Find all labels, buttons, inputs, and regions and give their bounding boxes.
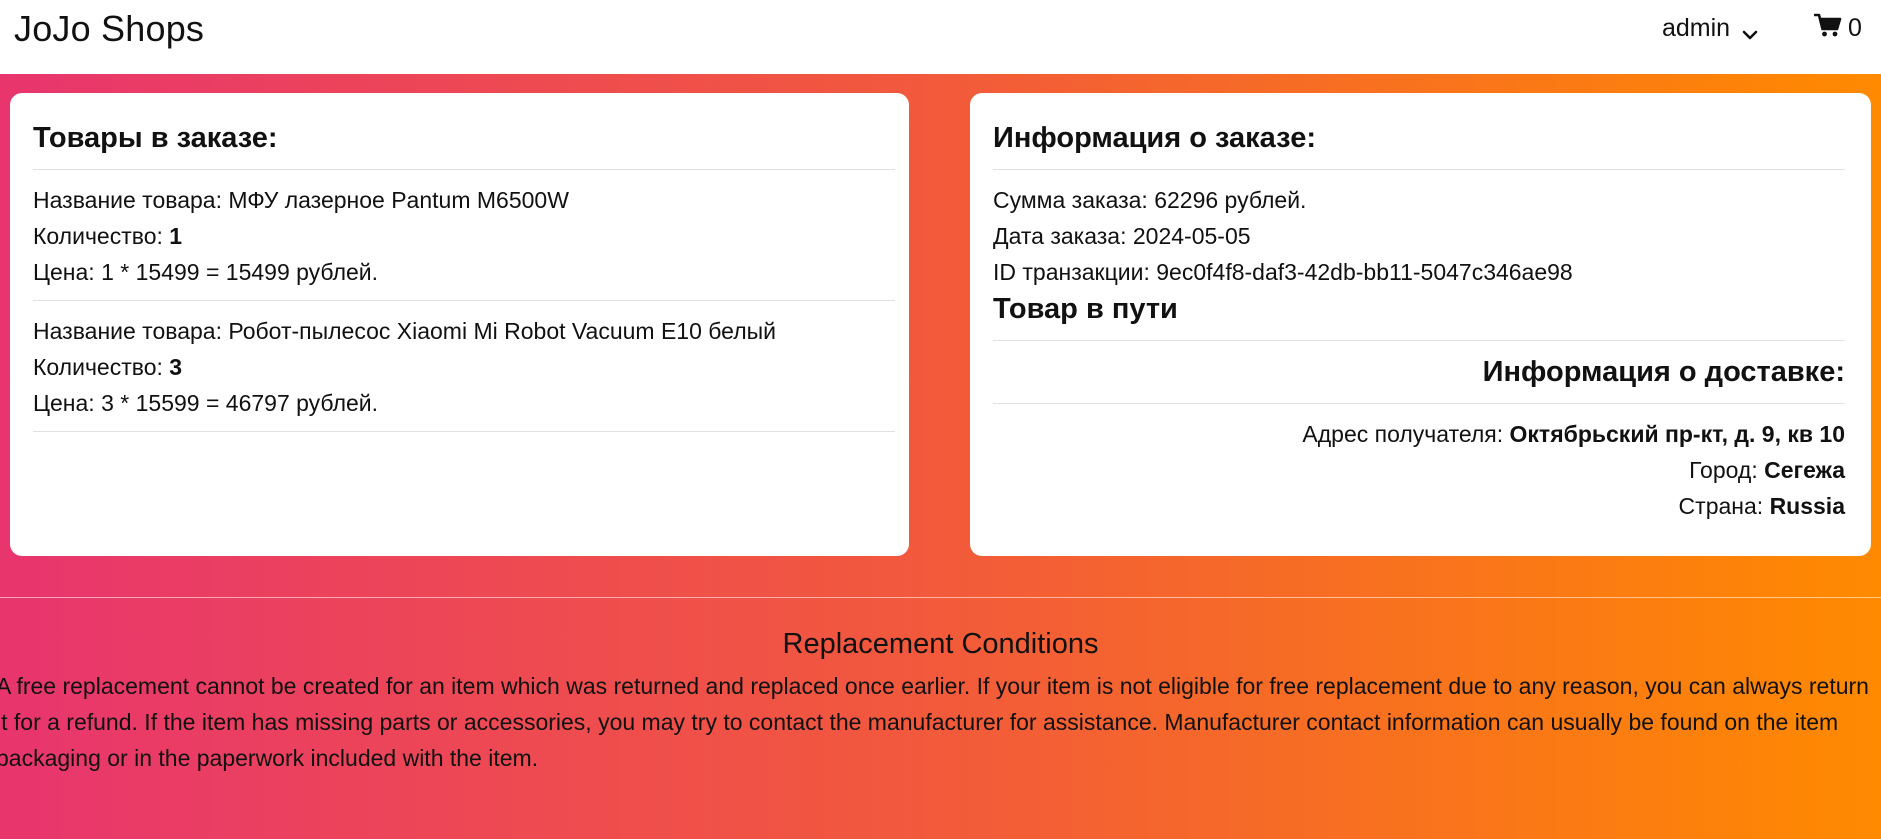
cart-count: 0 <box>1848 14 1862 42</box>
divider <box>33 169 895 170</box>
brand-logo[interactable]: JoJo Shops <box>14 8 204 50</box>
shopping-cart-icon <box>1813 12 1848 45</box>
user-menu-dropdown[interactable]: admin <box>1662 14 1758 43</box>
item-qty: 1 <box>169 223 183 249</box>
address-label: Адрес получателя: <box>1302 421 1510 447</box>
footer-title: Replacement Conditions <box>782 628 1099 660</box>
item-price-label: Цена: <box>33 390 102 416</box>
divider <box>993 340 1845 341</box>
order-sum: Сумма заказа: 62296 рублей. <box>993 187 1307 213</box>
item-price-label: Цена: <box>33 259 102 285</box>
order-item: Название товара: Робот-пылесос Xiaomi Mi… <box>33 313 895 421</box>
city-value: Сегежа <box>1764 457 1845 483</box>
cart-button[interactable]: 0 <box>1813 12 1862 45</box>
delivery-title: Информация о доставке: <box>1482 356 1845 388</box>
country-label: Страна: <box>1678 493 1770 519</box>
divider <box>33 431 895 432</box>
order-item: Название товара: МФУ лазерное Pantum M65… <box>33 182 895 290</box>
item-price: 1 * 15499 = 15499 рублей. <box>101 259 379 285</box>
order-items-title: Товары в заказе: <box>33 122 278 154</box>
item-name-label: Название товара: <box>33 187 229 213</box>
item-name: Робот-пылесос Xiaomi Mi Robot Vacuum E10… <box>228 318 777 344</box>
footer-text: A free replacement cannot be created for… <box>0 673 1869 771</box>
footer-divider <box>0 597 1881 598</box>
item-name: МФУ лазерное Pantum M6500W <box>228 187 569 213</box>
chevron-down-icon <box>1742 21 1758 39</box>
order-info-title: Информация о заказе: <box>993 122 1316 154</box>
item-price: 3 * 15599 = 46797 рублей. <box>101 390 379 416</box>
item-qty-label: Количество: <box>33 223 170 249</box>
delivery-address: Адрес получателя: Октябрьский пр-кт, д. … <box>993 416 1845 452</box>
delivery-country: Страна: Russia <box>993 488 1845 524</box>
city-label: Город: <box>1689 457 1765 483</box>
address-value: Октябрьский пр-кт, д. 9, кв 10 <box>1509 421 1845 447</box>
user-name: admin <box>1662 14 1731 42</box>
order-status: Товар в пути <box>993 293 1178 325</box>
item-qty: 3 <box>169 354 183 380</box>
transaction-id: ID транзакции: 9ec0f4f8-daf3-42db-bb11-5… <box>993 259 1573 285</box>
country-value: Russia <box>1769 493 1845 519</box>
delivery-city: Город: Сегежа <box>993 452 1845 488</box>
order-items-card: Товары в заказе: Название товара: МФУ ла… <box>10 93 909 556</box>
divider <box>33 300 895 301</box>
order-date: Дата заказа: 2024-05-05 <box>993 223 1251 249</box>
order-info-card: Информация о заказе: Сумма заказа: 62296… <box>970 93 1871 556</box>
item-name-label: Название товара: <box>33 318 229 344</box>
divider <box>993 403 1845 404</box>
divider <box>993 169 1845 170</box>
navbar: JoJo Shops admin 0 <box>0 0 1881 74</box>
item-qty-label: Количество: <box>33 354 170 380</box>
